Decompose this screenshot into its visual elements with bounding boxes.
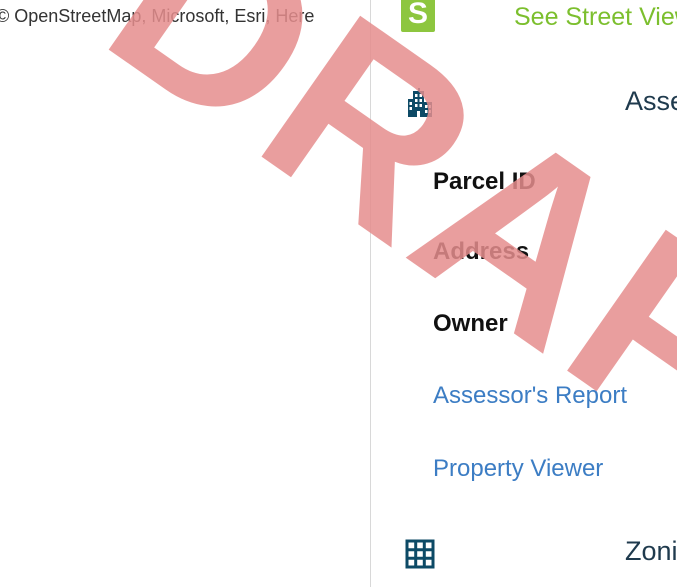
zoning-section-title: Zoning — [625, 536, 677, 566]
owner-label: Owner — [433, 310, 508, 337]
assessor-section-header[interactable]: Assessor — [371, 82, 677, 122]
info-panel: S See Street View Ass Parcel ID Address … — [371, 0, 677, 587]
address-label: Address — [433, 238, 530, 265]
street-view-logo-letter: S — [407, 0, 428, 30]
assessor-section-title: Assessor — [625, 86, 677, 116]
parcel-id-label: Parcel ID — [433, 168, 536, 195]
zoning-section-header[interactable]: Zoning — [371, 532, 677, 572]
street-view-row: S See Street View — [371, 0, 677, 36]
property-viewer-link[interactable]: Property Viewer — [433, 455, 603, 483]
app-root: © OpenStreetMap, Microsoft, Esri, Here S… — [0, 0, 677, 587]
grid-icon — [405, 539, 435, 569]
see-street-view-link[interactable]: See Street View — [514, 3, 677, 32]
building-icon — [408, 88, 432, 117]
map-view[interactable]: © OpenStreetMap, Microsoft, Esri, Here — [0, 0, 370, 587]
street-view-logo-icon[interactable]: S — [401, 0, 435, 32]
map-attribution: © OpenStreetMap, Microsoft, Esri, Here — [0, 6, 315, 26]
assessors-report-link[interactable]: Assessor's Report — [433, 382, 627, 410]
